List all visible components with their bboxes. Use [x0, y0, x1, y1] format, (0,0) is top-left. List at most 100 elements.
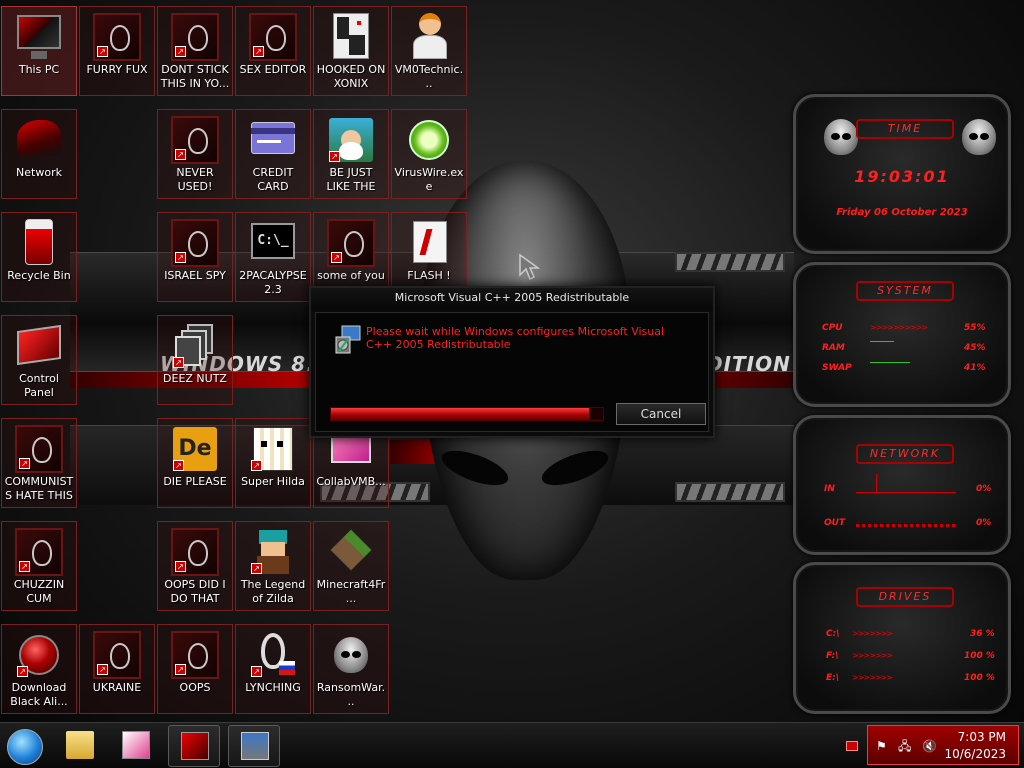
- dialog-message: Please wait while Windows configures Mic…: [366, 325, 665, 351]
- desktop-icon-viruswire[interactable]: VirusWire.exe: [391, 109, 467, 199]
- desktop-icon-be-just-like-the-dude[interactable]: ↗ BE JUST LIKE THE DUDE!: [313, 109, 389, 199]
- alienware-shortcut-icon: ↗: [171, 219, 219, 267]
- gadget-date: Friday 06 October 2023: [836, 207, 968, 218]
- net-in-graph: [856, 492, 956, 493]
- alienware-shortcut-icon: [181, 732, 209, 760]
- desktop-icon-credit-card-checker[interactable]: CREDIT CARD CHECKER: [235, 109, 311, 199]
- drives-gadget-header: DRIVES: [856, 587, 954, 607]
- shortcut-arrow-icon: ↗: [253, 46, 264, 57]
- net-out-value: 0%: [976, 518, 992, 528]
- drive-e-meter: >>>>>>>: [852, 673, 893, 682]
- setup-computer-icon: [335, 325, 361, 354]
- shortcut-arrow-icon: ↗: [97, 46, 108, 57]
- recycle-bin-icon: [15, 219, 63, 267]
- pixel-cat-icon: ↗: [249, 425, 297, 473]
- net-out-graph: [856, 524, 956, 527]
- alienware-shortcut-icon: ↗: [15, 528, 63, 576]
- desktop-icon-chuzzin-cum[interactable]: ↗ CHUZZIN CUM: [1, 521, 77, 611]
- network-gadget[interactable]: NETWORK IN 0% OUT 0%: [793, 415, 1011, 555]
- install-progress-bar: [330, 407, 604, 421]
- wallpaper-vent-icon: [675, 252, 785, 272]
- desktop-icon-this-pc[interactable]: This PC: [1, 6, 77, 96]
- shortcut-arrow-icon: ↗: [19, 561, 30, 572]
- swap-label: SWAP: [822, 363, 852, 373]
- alienware-shortcut-icon: ↗: [171, 528, 219, 576]
- taskbar: ⚑ 🖧 🔇 7:03 PM 10/6/2023: [0, 722, 1024, 768]
- volume-muted-icon[interactable]: 🔇: [922, 739, 937, 753]
- desktop-icon-deez-nutz[interactable]: ↗ DEEZ NUTZ: [157, 315, 233, 405]
- terminal-icon: C:\_: [249, 219, 297, 267]
- desktop-icon-oops[interactable]: ↗ OOPS: [157, 624, 233, 714]
- monitor-icon: [15, 13, 63, 61]
- desktop-icon-ukraine[interactable]: ↗ UKRAINE: [79, 624, 155, 714]
- desktop-icon-minecraft[interactable]: Minecraft4Fr...: [313, 521, 389, 611]
- desktop-icon-control-panel[interactable]: Control Panel: [1, 315, 77, 405]
- desktop-icon-lynching[interactable]: ↗ LYNCHING: [235, 624, 311, 714]
- skull-icon: [327, 631, 375, 679]
- drive-f-meter: >>>>>>>: [852, 651, 893, 660]
- taskbar-installer[interactable]: [228, 725, 280, 767]
- taskbar-media[interactable]: [110, 725, 162, 767]
- desktop-icon-israel-spy[interactable]: ↗ ISRAEL SPY: [157, 212, 233, 302]
- lime-icon: [405, 116, 453, 164]
- ram-label: RAM: [822, 343, 845, 353]
- control-panel-icon: [15, 322, 63, 370]
- folder-icon: [66, 731, 94, 759]
- cpu-label: CPU: [822, 323, 843, 333]
- desktop-icon-furry-fux[interactable]: ↗ FURRY FUX: [79, 6, 155, 96]
- drive-c-label: C:\: [826, 629, 840, 639]
- cancel-button[interactable]: Cancel: [616, 403, 706, 425]
- desktop-icon-network[interactable]: Network: [1, 109, 77, 199]
- shortcut-arrow-icon: ↗: [173, 357, 184, 368]
- clock-date[interactable]: 10/6/2023: [944, 747, 1006, 761]
- shortcut-arrow-icon: ↗: [175, 664, 186, 675]
- swap-value: 41%: [964, 363, 986, 373]
- media-player-icon: [122, 731, 150, 759]
- start-button[interactable]: [7, 729, 43, 765]
- alienware-shortcut-icon: ↗: [327, 219, 375, 267]
- alienware-shortcut-icon: ↗: [171, 13, 219, 61]
- desktop-icon-recycle-bin[interactable]: Recycle Bin: [1, 212, 77, 302]
- network-status-icon[interactable]: 🖧: [898, 739, 912, 753]
- taskbar-file-explorer[interactable]: [54, 725, 106, 767]
- technician-person-icon: [405, 13, 453, 61]
- time-gadget[interactable]: TIME 19:03:01 Friday 06 October 2023: [793, 94, 1011, 254]
- clock-time[interactable]: 7:03 PM: [958, 730, 1006, 744]
- shortcut-arrow-icon: ↗: [173, 460, 184, 471]
- desktop-icon-oops-did-i-do-that[interactable]: ↗ OOPS DID I DO THAT: [157, 521, 233, 611]
- noose-icon: ↗: [249, 631, 297, 679]
- flag-icon[interactable]: ⚑: [876, 739, 890, 753]
- desktop-icon-hooked-on-xonix[interactable]: HOOKED ON XONIX: [313, 6, 389, 96]
- installer-dialog[interactable]: Microsoft Visual C++ 2005 Redistributabl…: [309, 286, 715, 438]
- net-in-label: IN: [824, 484, 835, 494]
- setup-computer-icon: [241, 732, 269, 760]
- drives-gadget[interactable]: DRIVES C:\ >>>>>>> 36 % F:\ >>>>>>> 100 …: [793, 562, 1011, 714]
- desktop-icon-never-used[interactable]: ↗ NEVER USED!: [157, 109, 233, 199]
- red-orb-icon: ↗: [15, 631, 63, 679]
- shortcut-arrow-icon: ↗: [331, 252, 342, 263]
- desktop-icon-dont-stick-this[interactable]: ↗ DONT STICK THIS IN YO...: [157, 6, 233, 96]
- drive-f-value: 100 %: [964, 651, 995, 661]
- grass-block-icon: [327, 528, 375, 576]
- drive-c-meter: >>>>>>>: [852, 629, 893, 638]
- desktop-icon-download-black-alien[interactable]: ↗ Download Black Ali...: [1, 624, 77, 714]
- shortcut-arrow-icon: ↗: [17, 666, 28, 677]
- shortcut-arrow-icon: ↗: [251, 563, 262, 574]
- net-in-value: 0%: [976, 484, 992, 494]
- shortcut-arrow-icon: ↗: [251, 460, 262, 471]
- desktop-icon-sex-editor[interactable]: ↗ SEX EDITOR: [235, 6, 311, 96]
- desktop-icon-communists-hate-this[interactable]: ↗ COMMUNISTS HATE THIS G...: [1, 418, 77, 508]
- show-desktop-button[interactable]: [846, 741, 858, 751]
- desktop-icon-super-hilda[interactable]: ↗ Super Hilda: [235, 418, 311, 508]
- shortcut-arrow-icon: ↗: [175, 252, 186, 263]
- shortcut-arrow-icon: ↗: [175, 46, 186, 57]
- desktop-icon-2pacalypse[interactable]: C:\_ 2PACALYPSE 2.3: [235, 212, 311, 302]
- desktop-icon-vm0technician[interactable]: VM0Technic...: [391, 6, 467, 96]
- taskbar-alienware-app[interactable]: [168, 725, 220, 767]
- desktop-icon-legend-of-zilda[interactable]: ↗ The Legend of Zilda: [235, 521, 311, 611]
- system-gadget[interactable]: SYSTEM CPU >>>>>>>>>> 55% RAM 45% SWAP 4…: [793, 262, 1011, 407]
- wallpaper-vent-icon: [675, 482, 785, 502]
- desktop-icon-die-please[interactable]: De ↗ DIE PLEASE: [157, 418, 233, 508]
- desktop-icon-ransomware[interactable]: RansomWar...: [313, 624, 389, 714]
- shortcut-arrow-icon: ↗: [175, 149, 186, 160]
